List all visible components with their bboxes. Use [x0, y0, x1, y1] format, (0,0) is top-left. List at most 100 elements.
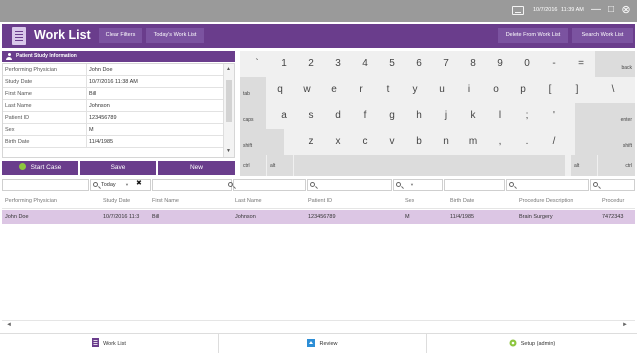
column-header[interactable]: Last Name — [235, 193, 262, 209]
key-3[interactable]: 3 — [325, 51, 351, 77]
info-value[interactable]: John Doe — [86, 64, 113, 75]
key-f[interactable]: f — [352, 103, 378, 129]
key-i[interactable]: i — [456, 77, 482, 103]
key-1[interactable]: 1 — [271, 51, 297, 77]
key-p[interactable]: p — [510, 77, 536, 103]
filter-last-name[interactable] — [228, 179, 306, 191]
tab-review[interactable]: Review — [219, 334, 427, 353]
key-v[interactable]: v — [379, 129, 405, 155]
key-comma[interactable]: , — [487, 129, 513, 155]
key-u[interactable]: u — [429, 77, 455, 103]
close-icon[interactable]: ⊗ — [620, 4, 632, 16]
key-ctrl-left[interactable]: ctrl — [240, 155, 266, 176]
key-left-bracket[interactable]: [ — [537, 77, 563, 103]
scroll-up-icon[interactable]: ▲ — [226, 66, 231, 72]
key-alt-left[interactable]: alt — [267, 155, 293, 176]
key-ctrl-right[interactable]: ctrl — [598, 155, 635, 176]
key-c[interactable]: c — [352, 129, 378, 155]
key-d[interactable]: d — [325, 103, 351, 129]
search-work-list-button[interactable]: Search Work List — [572, 28, 633, 43]
key-x[interactable]: x — [325, 129, 351, 155]
key-s[interactable]: s — [298, 103, 324, 129]
key-shift-right[interactable]: shift — [575, 129, 635, 155]
chevron-down-icon[interactable]: ▼ — [125, 180, 129, 190]
key-0[interactable]: 0 — [514, 51, 540, 77]
clear-filters-button[interactable]: Clear Filters — [99, 28, 142, 43]
column-header[interactable]: Procedur — [602, 193, 635, 209]
key-j[interactable]: j — [433, 103, 459, 129]
key-t[interactable]: t — [375, 77, 401, 103]
save-button[interactable]: Save — [80, 161, 156, 175]
filter-procedure[interactable] — [590, 179, 635, 191]
key-semicolon[interactable]: ; — [514, 103, 540, 129]
key-space[interactable] — [294, 155, 565, 176]
key-h[interactable]: h — [406, 103, 432, 129]
key-period[interactable]: . — [514, 129, 540, 155]
info-value[interactable]: Bill — [86, 88, 96, 99]
minimize-icon[interactable]: — — [590, 4, 602, 16]
key-n[interactable]: n — [433, 129, 459, 155]
column-header[interactable]: Birth Date — [450, 193, 474, 209]
filter-sex[interactable]: ▼ — [393, 179, 443, 191]
key-w[interactable]: w — [294, 77, 320, 103]
key-z[interactable]: z — [298, 129, 324, 155]
filter-patient-id[interactable] — [307, 179, 392, 191]
filter-study-date[interactable]: Today ▼ ✖ — [90, 179, 151, 191]
column-header[interactable]: Study Date — [103, 193, 130, 209]
column-header[interactable]: Procedure Description — [519, 193, 573, 209]
key-backtick[interactable]: ` — [244, 51, 270, 77]
key-g[interactable]: g — [379, 103, 405, 129]
chevron-down-icon[interactable]: ▼ — [410, 180, 414, 190]
column-header[interactable]: Patient ID — [308, 193, 332, 209]
start-case-button[interactable]: Start Case — [2, 161, 78, 175]
key-r[interactable]: r — [348, 77, 374, 103]
key-backspace[interactable]: back — [595, 51, 635, 77]
key-m[interactable]: m — [460, 129, 486, 155]
column-header[interactable]: First Name — [152, 193, 179, 209]
key-b[interactable]: b — [406, 129, 432, 155]
table-row[interactable]: John Doe 10/7/2016 11:3 Bill Johnson 123… — [2, 210, 635, 224]
key-2[interactable]: 2 — [298, 51, 324, 77]
column-header[interactable]: Sex — [405, 193, 414, 209]
info-value[interactable]: Johnson — [86, 100, 110, 111]
key-6[interactable]: 6 — [406, 51, 432, 77]
key-k[interactable]: k — [460, 103, 486, 129]
key-e[interactable]: e — [321, 77, 347, 103]
filter-procedure-description[interactable] — [506, 179, 589, 191]
info-value[interactable]: 10/7/2016 11:38 AM — [86, 76, 138, 87]
key-y[interactable]: y — [402, 77, 428, 103]
filter-first-name[interactable] — [152, 179, 232, 191]
key-backslash[interactable]: \ — [591, 77, 635, 103]
key-5[interactable]: 5 — [379, 51, 405, 77]
key-9[interactable]: 9 — [487, 51, 513, 77]
key-alt-right[interactable]: alt — [571, 155, 597, 176]
key-slash[interactable]: / — [541, 129, 567, 155]
key-minus[interactable]: - — [541, 51, 567, 77]
info-value[interactable]: M — [86, 124, 94, 135]
key-o[interactable]: o — [483, 77, 509, 103]
todays-work-list-button[interactable]: Today's Work List — [146, 28, 204, 43]
key-caps[interactable]: caps — [240, 103, 266, 129]
filter-performing-physician[interactable] — [2, 179, 89, 191]
tab-setup[interactable]: Setup (admin) — [427, 334, 637, 353]
keyboard-icon[interactable] — [512, 6, 524, 15]
key-8[interactable]: 8 — [460, 51, 486, 77]
tab-work-list[interactable]: Work List — [0, 334, 219, 353]
key-shift-left[interactable]: shift — [240, 129, 284, 155]
key-q[interactable]: q — [267, 77, 293, 103]
new-button[interactable]: New — [158, 161, 235, 175]
scrollbar-thumb[interactable] — [226, 80, 232, 122]
info-value[interactable]: 123456789 — [86, 112, 117, 123]
info-value[interactable]: 11/4/1985 — [86, 136, 113, 147]
key-right-bracket[interactable]: ] — [564, 77, 590, 103]
key-enter[interactable]: enter — [575, 103, 635, 129]
horizontal-scrollbar[interactable]: ◄ ► — [2, 320, 635, 330]
key-4[interactable]: 4 — [352, 51, 378, 77]
key-7[interactable]: 7 — [433, 51, 459, 77]
scroll-down-icon[interactable]: ▼ — [226, 148, 231, 154]
key-a[interactable]: a — [271, 103, 297, 129]
clear-filter-icon[interactable]: ✖ — [136, 179, 142, 189]
maximize-icon[interactable]: □ — [605, 4, 617, 16]
key-equals[interactable]: = — [568, 51, 594, 77]
info-scrollbar[interactable]: ▲ ▼ — [223, 64, 234, 157]
